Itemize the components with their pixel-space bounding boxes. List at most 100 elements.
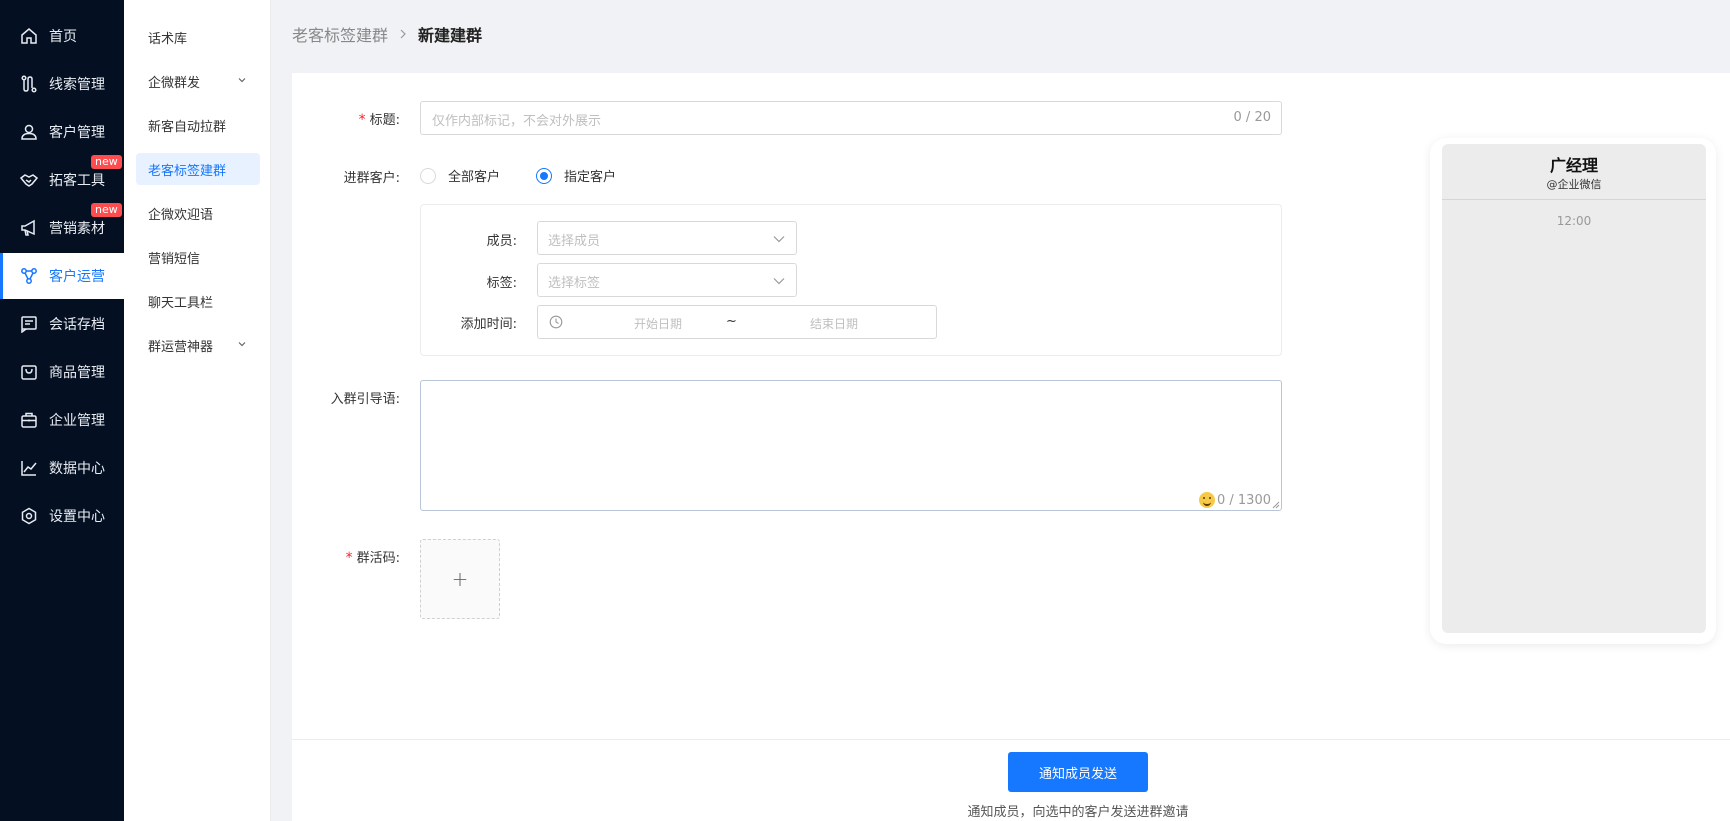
qrcode-upload-button[interactable]: + xyxy=(420,539,500,619)
route-icon xyxy=(19,74,39,94)
radio-specific-customers[interactable]: 指定客户 xyxy=(536,166,616,185)
member-placeholder: 选择成员 xyxy=(548,234,601,249)
nav-label: 首页 xyxy=(49,29,77,45)
tag-select[interactable]: 选择标签 xyxy=(537,263,797,297)
subnav-label: 聊天工具栏 xyxy=(148,295,214,311)
breadcrumb-parent[interactable]: 老客标签建群 xyxy=(292,22,388,46)
phone-screen: 广经理 @企业微信 12:00 xyxy=(1442,144,1706,633)
guide-label: 入群引导语: xyxy=(330,392,400,407)
subnav-item-auto-group[interactable]: 新客自动拉群 xyxy=(136,109,260,141)
radio-label: 全部客户 xyxy=(448,170,501,185)
nav-label: 数据中心 xyxy=(49,461,105,477)
chevron-down-icon xyxy=(238,342,246,347)
submit-hint: 通知成员，向选中的客户发送进群邀请 xyxy=(967,805,1189,820)
subnav-item-chat-toolbar[interactable]: 聊天工具栏 xyxy=(136,285,260,317)
nav-item-operations[interactable]: 客户运营 xyxy=(0,253,124,299)
new-badge: new xyxy=(91,155,122,169)
message-icon xyxy=(19,314,39,334)
subnav-item-group-tools[interactable]: 群运营神器 xyxy=(136,329,260,361)
end-date-input[interactable]: 结束日期 xyxy=(794,315,874,332)
nav-label: 客户管理 xyxy=(49,125,105,141)
chat-header: 广经理 @企业微信 xyxy=(1442,144,1706,200)
guide-char-count: 0 / 1300 xyxy=(1217,492,1271,508)
footer-divider xyxy=(292,739,1730,740)
chat-timestamp: 12:00 xyxy=(1556,214,1592,228)
nav-label: 商品管理 xyxy=(49,365,105,381)
customers-label: 进群客户: xyxy=(343,171,400,186)
radio-circle-selected xyxy=(536,167,552,184)
member-select[interactable]: 选择成员 xyxy=(537,221,797,255)
radio-label: 指定客户 xyxy=(564,170,617,185)
nav-label: 设置中心 xyxy=(49,509,105,525)
home-icon xyxy=(19,26,39,46)
main-sidebar: 首页 线索管理 客户管理 拓客工具 new 营销素材 new 客户运营 会话存档… xyxy=(0,0,124,821)
tag-placeholder: 选择标签 xyxy=(548,276,601,291)
required-mark: * xyxy=(345,550,353,566)
title-label: * 标题: xyxy=(358,112,400,128)
subnav-item-tag-group[interactable]: 老客标签建群 xyxy=(136,153,260,185)
bag-icon xyxy=(19,362,39,382)
briefcase-icon xyxy=(19,410,39,430)
handshake-icon xyxy=(19,170,39,190)
tag-label: 标签: xyxy=(486,276,517,291)
subnav-label: 营销短信 xyxy=(148,251,201,267)
nav-item-data[interactable]: 数据中心 xyxy=(0,445,124,491)
chat-contact-subtitle: @企业微信 xyxy=(1546,178,1602,191)
emoji-icon[interactable] xyxy=(1199,492,1215,508)
nav-label: 营销素材 xyxy=(49,221,105,237)
subnav-item-scripts[interactable]: 话术库 xyxy=(136,21,260,53)
notify-send-button[interactable]: 通知成员发送 xyxy=(1008,752,1148,792)
resize-handle-icon[interactable] xyxy=(1272,501,1280,509)
date-range-picker[interactable]: 开始日期 ~ 结束日期 xyxy=(537,305,937,339)
subnav-item-welcome[interactable]: 企微欢迎语 xyxy=(136,197,260,229)
guide-textarea[interactable]: 0 / 1300 xyxy=(420,380,1282,511)
added-time-label: 添加时间: xyxy=(460,317,517,332)
chevron-down-icon xyxy=(773,236,785,243)
subnav-label: 群运营神器 xyxy=(148,339,214,355)
breadcrumb-current: 新建建群 xyxy=(418,26,483,45)
guide-footer: 0 / 1300 xyxy=(1199,492,1271,508)
nav-label: 客户运营 xyxy=(49,269,105,285)
plus-icon: + xyxy=(451,567,469,591)
chevron-down-icon xyxy=(238,78,246,83)
nav-item-enterprise[interactable]: 企业管理 xyxy=(0,397,124,443)
nav-label: 线索管理 xyxy=(49,77,105,93)
start-date-input[interactable]: 开始日期 xyxy=(618,315,698,332)
nav-item-settings[interactable]: 设置中心 xyxy=(0,493,124,539)
required-mark: * xyxy=(358,112,366,128)
subnav-label: 企微欢迎语 xyxy=(148,207,214,223)
subnav-label: 企微群发 xyxy=(148,75,201,91)
nav-item-products[interactable]: 商品管理 xyxy=(0,349,124,395)
sub-sidebar: 话术库 企微群发 新客自动拉群 老客标签建群 企微欢迎语 营销短信 聊天工具栏 … xyxy=(124,0,271,821)
nav-item-materials[interactable]: 营销素材 new xyxy=(0,203,124,251)
nav-item-leads[interactable]: 线索管理 xyxy=(0,61,124,107)
nav-item-acquisition[interactable]: 拓客工具 new xyxy=(0,155,124,203)
chevron-down-icon xyxy=(773,278,785,285)
nav-item-home[interactable]: 首页 xyxy=(0,13,124,59)
chat-contact-name: 广经理 xyxy=(1549,156,1598,175)
operation-icon xyxy=(19,266,39,286)
megaphone-icon xyxy=(19,218,39,238)
radio-all-customers[interactable]: 全部客户 xyxy=(420,166,500,185)
title-input[interactable]: 仅作内部标记，不会对外展示 0 / 20 xyxy=(420,101,1282,135)
subnav-item-sms[interactable]: 营销短信 xyxy=(136,241,260,273)
new-badge: new xyxy=(91,203,122,217)
clock-icon xyxy=(549,315,563,329)
chart-line-icon xyxy=(19,458,39,478)
settings-icon xyxy=(19,506,39,526)
nav-item-archive[interactable]: 会话存档 xyxy=(0,301,124,347)
radio-circle xyxy=(420,167,436,184)
chevron-right-icon xyxy=(400,29,406,39)
subnav-label: 话术库 xyxy=(148,31,188,47)
nav-label: 企业管理 xyxy=(49,413,105,429)
subnav-label: 老客标签建群 xyxy=(148,163,227,179)
qrcode-label: * 群活码: xyxy=(345,550,400,566)
nav-item-customers[interactable]: 客户管理 xyxy=(0,109,124,155)
breadcrumb: 老客标签建群 新建建群 xyxy=(292,22,482,46)
member-label: 成员: xyxy=(486,234,517,249)
subnav-item-mass-send[interactable]: 企微群发 xyxy=(136,65,260,97)
user-icon xyxy=(19,122,39,142)
phone-preview: 广经理 @企业微信 12:00 xyxy=(1430,138,1716,644)
subnav-label: 新客自动拉群 xyxy=(148,119,227,135)
title-char-count: 0 / 20 xyxy=(1233,110,1271,125)
